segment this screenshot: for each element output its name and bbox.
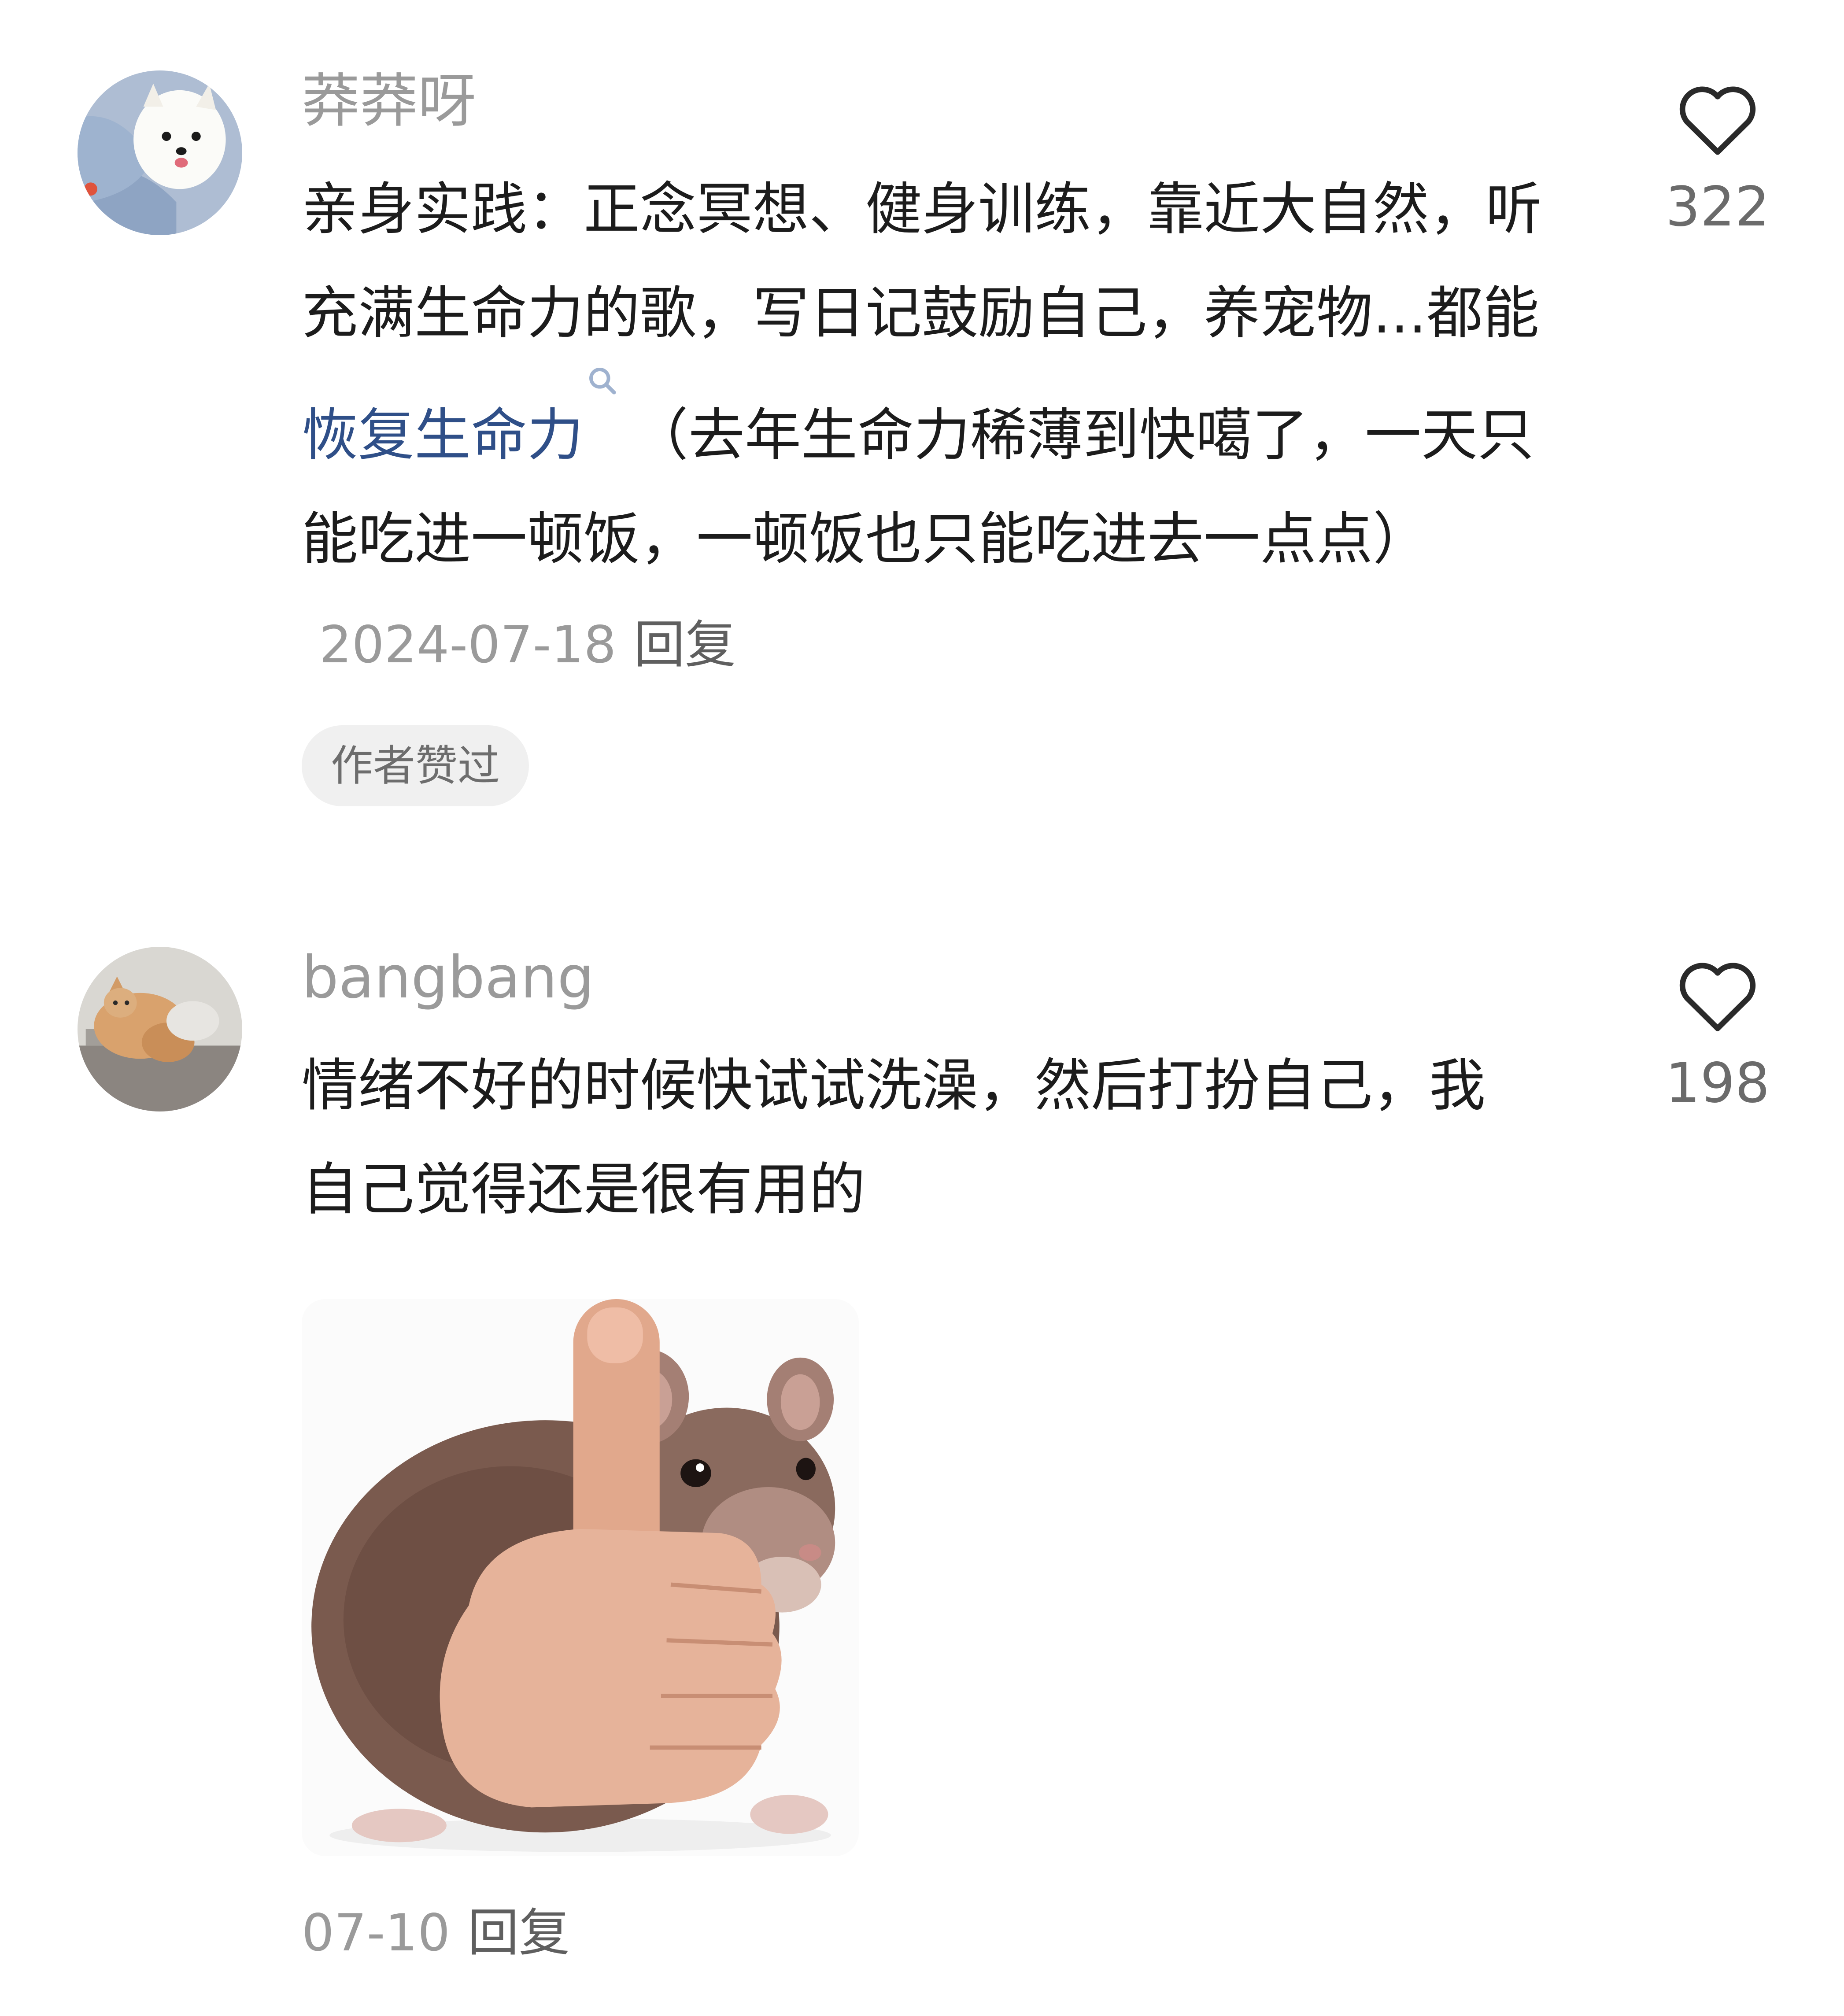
comment-sticker-image[interactable] [302,1299,859,1856]
user-avatar[interactable] [78,947,242,1111]
cat-avatar-icon [78,947,242,1111]
search-icon[interactable] [587,366,619,397]
reply-button[interactable]: 回复 [634,615,736,675]
username[interactable]: bangbang [302,942,1566,1013]
date-text: 2024-07-18 [319,615,617,675]
comment-body: 莽莽呀 亲身实践：正念冥想、健身训练，靠近大自然，听充满生命力的歌，写日记鼓励自… [302,66,1566,806]
comment-text-part: 亲身实践：正念冥想、健身训练，靠近大自然，听充满生命力的歌，写日记鼓励自己，养宠… [302,177,1542,346]
reply-button[interactable]: 回复 [468,1903,570,1963]
heart-icon[interactable] [1676,956,1759,1035]
comment-date: 2024-07-18 回复 [319,615,736,675]
comment-text: 情绪不好的时候快试试洗澡，然后打扮自己，我自己觉得还是很有用的 [302,1053,1486,1222]
comment-text: 亲身实践：正念冥想、健身训练，靠近大自然，听充满生命力的歌，写日记鼓励自己，养宠… [302,158,1566,697]
user-avatar[interactable] [78,70,242,235]
like-count: 322 [1665,175,1770,239]
like-count: 198 [1665,1052,1770,1115]
username[interactable]: 莽莽呀 [302,66,1566,137]
comment-date: 07-10 回复 [302,1900,1566,1966]
heart-icon[interactable] [1676,79,1759,159]
comment-body: bangbang 情绪不好的时候快试试洗澡，然后打扮自己，我自己觉得还是很有用的 [302,942,1566,1966]
like-group[interactable]: 198 [1647,956,1788,1114]
date-text: 07-10 [302,1903,451,1963]
rat-thumbs-up-icon [302,1299,859,1856]
like-group[interactable]: 322 [1647,79,1788,238]
dog-avatar-icon [78,70,242,235]
author-liked-badge: 作者赞过 [302,725,529,806]
search-keyword-link[interactable]: 恢复生命力 [302,402,584,468]
